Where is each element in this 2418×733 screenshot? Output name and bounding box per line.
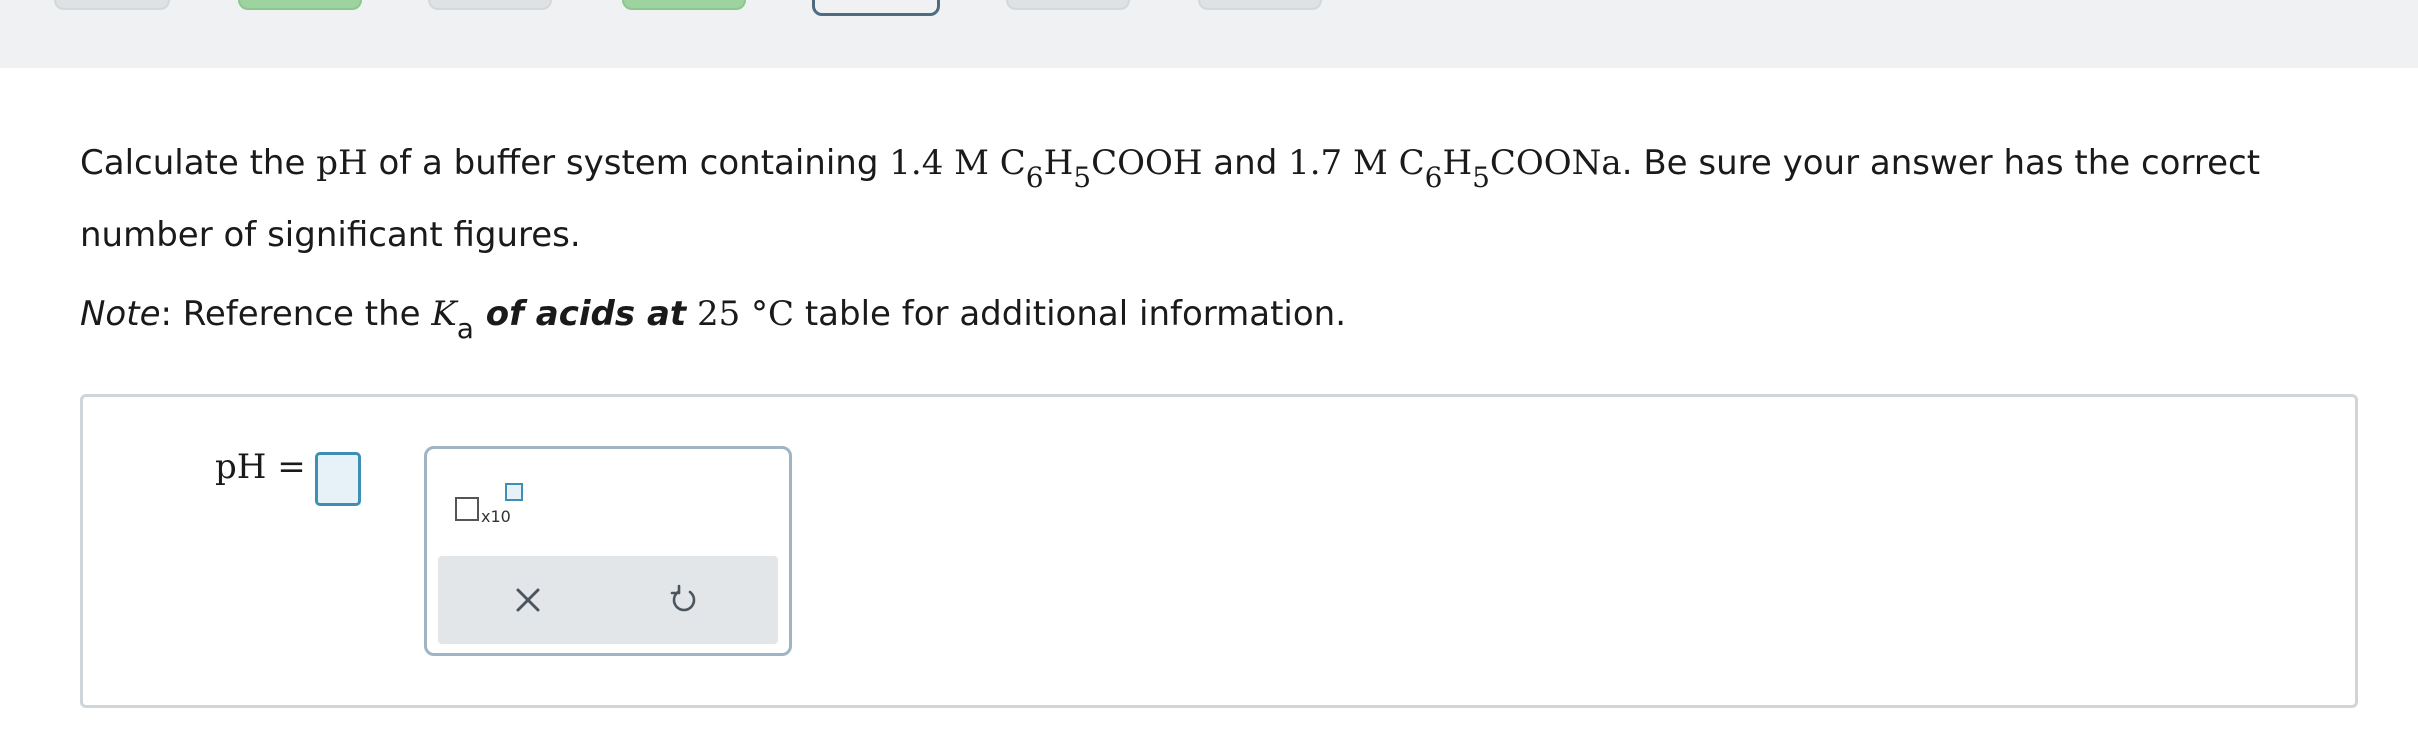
progress-step-4[interactable] (622, 0, 746, 10)
formula-sodium-benzoate: 1.7 M C6H5COONa (1288, 143, 1622, 194)
keypad-action-bar (438, 556, 778, 644)
question-line-1: Calculate the pH of a buffer system cont… (80, 128, 2380, 200)
answer-panel: pH = x10 (80, 394, 2358, 708)
note-label: Note (80, 294, 161, 334)
question-line-2: number of significant figures. (80, 215, 581, 255)
times-ten-label: x10 (481, 507, 511, 526)
progress-bar (0, 0, 2418, 68)
ph-answer-label: pH = (215, 447, 306, 487)
progress-step-1[interactable] (54, 0, 170, 10)
scientific-notation-button[interactable]: x10 (455, 483, 525, 527)
ka-symbol: K (431, 294, 457, 334)
ka-table-link[interactable]: of acids at (474, 294, 686, 334)
question-text-segment: . Be sure your answer has the correct (1621, 143, 2261, 183)
ph-answer-input[interactable] (315, 452, 361, 506)
progress-step-3[interactable] (428, 0, 552, 10)
question-text-segment: Calculate the (80, 143, 317, 183)
reference-note: Note: Reference the Ka of acids at 25 °C… (80, 294, 1347, 345)
answer-keypad: x10 (424, 446, 792, 656)
mantissa-box-icon (455, 497, 479, 521)
question-text-segment: of a buffer system containing (367, 143, 890, 183)
close-icon (516, 588, 540, 612)
progress-step-current[interactable] (812, 0, 940, 16)
question-text-segment: and (1202, 143, 1289, 183)
undo-button[interactable] (624, 556, 744, 644)
progress-step-2[interactable] (238, 0, 362, 10)
progress-step-6[interactable] (1006, 0, 1130, 10)
exponent-box-icon (505, 483, 523, 501)
formula-benzoic-acid: 1.4 M C6H5COOH (889, 143, 1203, 194)
ph-term: pH (316, 143, 368, 183)
undo-icon (670, 584, 696, 612)
clear-button[interactable] (468, 556, 588, 644)
progress-step-7[interactable] (1198, 0, 1322, 10)
question-text: Calculate the pH of a buffer system cont… (80, 128, 2380, 351)
